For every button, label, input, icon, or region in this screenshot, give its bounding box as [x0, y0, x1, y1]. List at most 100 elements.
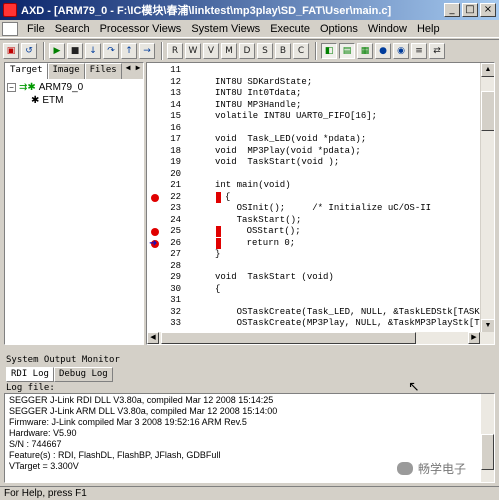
breakpoint-icon[interactable]: [151, 228, 159, 236]
horizontal-scroll-thumb[interactable]: [161, 332, 416, 344]
code-line[interactable]: 22 {: [147, 191, 487, 204]
tab-files[interactable]: Files: [84, 63, 122, 79]
collapse-icon[interactable]: −: [7, 83, 16, 92]
code-line[interactable]: 16: [147, 123, 487, 135]
tree-item-etm[interactable]: ✱ ETM: [7, 94, 83, 107]
log-scrollbar[interactable]: [481, 394, 494, 482]
tab-debug-log[interactable]: Debug Log: [53, 367, 113, 382]
tab-scroll-right-icon[interactable]: ▶: [133, 63, 143, 79]
view-watch-icon[interactable]: W: [185, 42, 201, 59]
line-number: 22: [170, 191, 181, 202]
toggle-breakpoints-icon[interactable]: ●: [375, 42, 391, 59]
document-icon[interactable]: [2, 21, 18, 36]
vertical-scrollbar[interactable]: ▲ ▼: [480, 63, 494, 333]
menu-execute[interactable]: Execute: [265, 23, 315, 35]
wechat-icon: [397, 462, 413, 475]
code-line[interactable]: 15 volatile INT8U UART0_FIFO[16];: [147, 111, 487, 123]
code-line[interactable]: 33 OSTaskCreate(MP3Play, NULL, &TaskMP3P…: [147, 318, 487, 330]
toggle-target-view-icon[interactable]: ◧: [321, 42, 337, 59]
watermark: 畅学电子: [397, 460, 466, 477]
menu-processor-views[interactable]: Processor Views: [95, 23, 187, 35]
menu-window[interactable]: Window: [363, 23, 412, 35]
toggle-watchpoints-icon[interactable]: ◉: [393, 42, 409, 59]
log-scroll-thumb[interactable]: [481, 434, 494, 470]
scroll-up-icon[interactable]: ▲: [481, 63, 494, 77]
toggle-output-view-icon[interactable]: ▤: [339, 42, 355, 59]
view-variables-icon[interactable]: V: [203, 42, 219, 59]
output-tabs: RDI Log Debug Log: [6, 367, 113, 382]
tab-target[interactable]: Target: [5, 63, 48, 79]
go-icon[interactable]: ▶: [49, 42, 65, 59]
code-line[interactable]: 12 INT8U SDKardState;: [147, 77, 487, 89]
maximize-button[interactable]: □: [462, 3, 478, 17]
title-bar[interactable]: AXD - [ARM79_0 - F:\IC模块\春浦\linktest\mp3…: [0, 0, 499, 20]
code-line[interactable]: 27}: [147, 249, 487, 261]
close-button[interactable]: ×: [480, 3, 496, 17]
line-number: 13: [170, 88, 181, 98]
breakpoint-marker: [216, 226, 221, 237]
line-number: 11: [170, 65, 181, 75]
menu-system-views[interactable]: System Views: [186, 23, 265, 35]
vertical-scroll-thumb[interactable]: [481, 91, 494, 131]
line-number: 21: [170, 180, 181, 190]
code-line[interactable]: 29 void TaskStart (void): [147, 272, 487, 284]
view-console-icon[interactable]: C: [293, 42, 309, 59]
scroll-down-icon[interactable]: ▼: [481, 319, 494, 333]
scroll-left-icon[interactable]: ◀: [147, 332, 159, 344]
run-to-cursor-icon[interactable]: →: [139, 42, 155, 59]
view-registers-icon[interactable]: R: [167, 42, 183, 59]
line-text: OSInit(); /* Initialize uC/OS-II: [215, 203, 432, 213]
line-text: INT8U Int0Tdata;: [215, 88, 302, 98]
menu-search[interactable]: Search: [50, 23, 95, 35]
view-source-icon[interactable]: S: [257, 42, 273, 59]
line-text: }: [215, 249, 221, 259]
code-line[interactable]: 19 void TaskStart(void );: [147, 157, 487, 169]
code-line[interactable]: 18 void MP3Play(void *pdata);: [147, 146, 487, 158]
code-line[interactable]: 13 INT8U Int0Tdata;: [147, 88, 487, 100]
code-line[interactable]: 31: [147, 295, 487, 307]
code-line[interactable]: 14 INT8U MP3Handle;: [147, 100, 487, 112]
breakpoint-icon[interactable]: [151, 193, 159, 202]
code-line[interactable]: 32 OSTaskCreate(Task_LED, NULL, &TaskLED…: [147, 307, 487, 319]
step-over-icon[interactable]: ↷: [103, 42, 119, 59]
tab-rdi-log[interactable]: RDI Log: [6, 367, 54, 382]
menu-help[interactable]: Help: [412, 23, 445, 35]
view-backtrace-icon[interactable]: B: [275, 42, 291, 59]
code-line[interactable]: 17 void Task_LED(void *pdata);: [147, 134, 487, 146]
view-memory-icon[interactable]: M: [221, 42, 237, 59]
toggle-image-view-icon[interactable]: ▦: [357, 42, 373, 59]
line-number: 33: [170, 318, 181, 328]
code-line[interactable]: 20: [147, 169, 487, 181]
toolbar: ▣ ↺ ▶ ■ ↓ ↷ ↑ → R W V M D S B C ◧ ▤ ▦ ● …: [0, 39, 499, 61]
minimize-button[interactable]: _: [444, 3, 460, 17]
code-line[interactable]: 25 OSStart();: [147, 226, 487, 238]
stop-icon[interactable]: ■: [67, 42, 83, 59]
code-line[interactable]: 21 int main(void): [147, 180, 487, 192]
toggle-connect-icon[interactable]: ⇄: [429, 42, 445, 59]
tab-scroll-left-icon[interactable]: ◀: [123, 63, 133, 79]
code-line[interactable]: ➜ 26 return 0;: [147, 237, 487, 250]
line-text: OSStart();: [225, 226, 301, 236]
line-text: void Task_LED(void *pdata);: [215, 134, 367, 144]
source-editor[interactable]: 11 12 INT8U SDKardState; 13 INT8U Int0Tdata;…: [146, 62, 495, 345]
step-out-icon[interactable]: ↑: [121, 42, 137, 59]
view-disassembly-icon[interactable]: D: [239, 42, 255, 59]
code-line[interactable]: 30 {: [147, 284, 487, 296]
step-in-icon[interactable]: ↓: [85, 42, 101, 59]
reload-icon[interactable]: ↺: [21, 42, 37, 59]
tree-item-arm79-0[interactable]: − ⇉✱ ARM79_0: [7, 81, 83, 94]
menu-options[interactable]: Options: [315, 23, 363, 35]
code-line[interactable]: 24 TaskStart();: [147, 215, 487, 227]
code-line[interactable]: 11: [147, 65, 487, 77]
load-image-icon[interactable]: ▣: [3, 42, 19, 59]
code-line[interactable]: 28: [147, 261, 487, 273]
line-number: 26: [170, 237, 181, 248]
status-bar: For Help, press F1: [0, 486, 499, 500]
tree-item-label: ARM79_0: [38, 82, 84, 93]
scroll-right-icon[interactable]: ▶: [468, 332, 480, 344]
tab-image[interactable]: Image: [47, 63, 85, 79]
horizontal-scrollbar[interactable]: ◀ ▶: [147, 332, 494, 344]
code-line[interactable]: 23 OSInit(); /* Initialize uC/OS-II: [147, 203, 487, 215]
toggle-low-level-icon[interactable]: ≡: [411, 42, 427, 59]
menu-file[interactable]: File: [22, 23, 50, 35]
